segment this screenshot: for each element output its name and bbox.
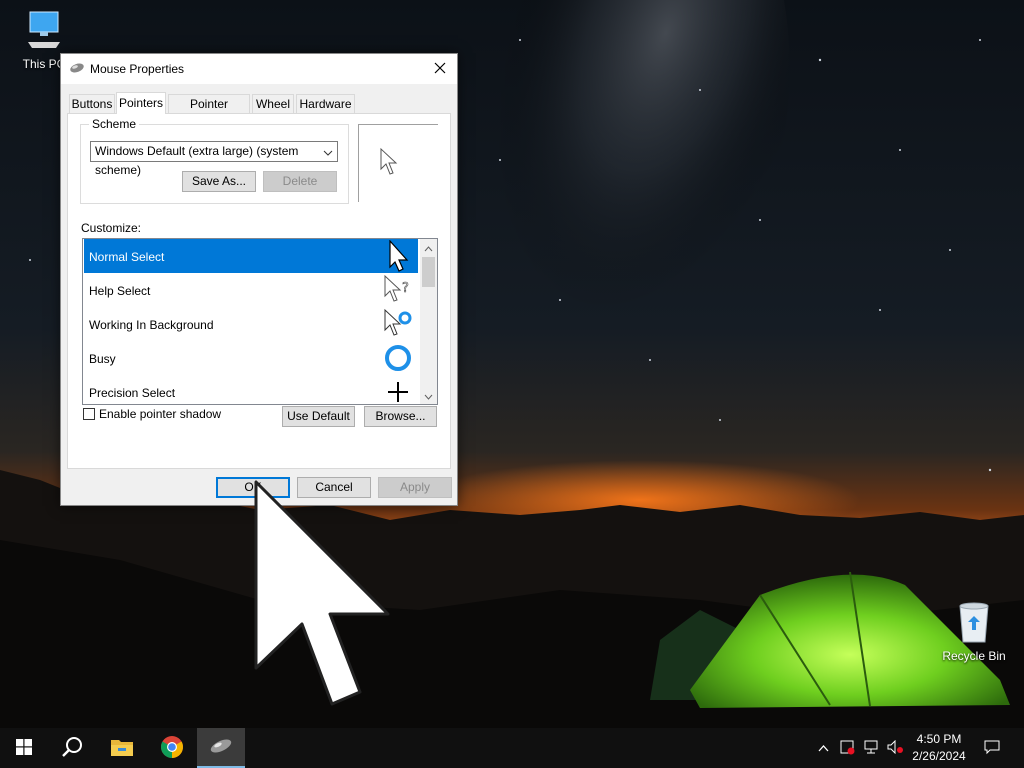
list-item-label: Normal Select <box>89 250 165 264</box>
enable-pointer-shadow-checkbox[interactable] <box>83 408 95 420</box>
pointer-list[interactable]: Normal Select Help Select ? Working In B… <box>82 238 438 405</box>
crosshair-cursor-icon <box>382 376 414 404</box>
windows-logo-icon <box>16 738 32 758</box>
taskbar-file-explorer[interactable] <box>98 728 146 768</box>
mouse-icon <box>209 739 233 756</box>
network-icon <box>863 740 879 757</box>
pointers-tab-panel: Scheme Windows Default (extra large) (sy… <box>67 113 451 469</box>
working-cursor-icon <box>382 308 414 340</box>
customize-label: Customize: <box>81 221 142 235</box>
desktop-icon-recycle-bin[interactable]: Recycle Bin <box>936 600 1012 663</box>
computer-icon <box>26 11 62 55</box>
vertical-scrollbar[interactable] <box>420 239 437 404</box>
tab-pointer-options[interactable]: Pointer Options <box>168 94 250 129</box>
volume-tray-icon[interactable] <box>884 728 906 768</box>
mouse-icon <box>69 62 85 77</box>
chevron-up-icon <box>818 741 829 755</box>
desktop-icon-label: Recycle Bin <box>942 649 1006 663</box>
list-item-label: Help Select <box>89 284 151 298</box>
tab-pointers[interactable]: Pointers <box>116 92 166 114</box>
save-as-button[interactable]: Save As... <box>182 171 256 192</box>
dialog-title: Mouse Properties <box>90 62 185 76</box>
svg-text:?: ? <box>402 281 409 296</box>
browse-button[interactable]: Browse... <box>364 406 437 427</box>
clock-date: 2/26/2024 <box>912 749 966 763</box>
list-item-help-select[interactable]: Help Select ? <box>84 273 418 307</box>
scroll-thumb[interactable] <box>422 257 435 287</box>
shield-icon <box>839 739 855 758</box>
mouse-pointer-icon <box>252 478 392 713</box>
help-cursor-icon: ? <box>382 274 414 306</box>
mouse-properties-dialog: Mouse Properties Buttons Pointers Pointe… <box>60 53 458 506</box>
scroll-up-button[interactable] <box>420 239 437 256</box>
taskbar-chrome[interactable] <box>148 728 196 768</box>
file-explorer-icon <box>110 737 134 760</box>
pointer-preview <box>358 124 438 202</box>
list-item-busy[interactable]: Busy <box>84 341 418 375</box>
arrow-cursor-icon <box>379 147 403 182</box>
tab-wheel[interactable]: Wheel <box>252 94 294 113</box>
list-item-label: Busy <box>89 352 116 366</box>
start-button[interactable] <box>0 728 48 768</box>
use-default-button[interactable]: Use Default <box>282 406 355 427</box>
delete-button[interactable]: Delete <box>263 171 337 192</box>
tab-hardware[interactable]: Hardware <box>296 94 355 113</box>
list-item-working-in-background[interactable]: Working In Background <box>84 307 418 341</box>
security-tray-icon[interactable] <box>836 728 858 768</box>
close-button[interactable] <box>423 54 457 84</box>
chevron-down-icon <box>424 389 433 403</box>
speaker-muted-icon <box>887 739 903 757</box>
scheme-dropdown[interactable]: Windows Default (extra large) (system sc… <box>90 141 338 177</box>
chevron-up-icon <box>424 241 433 255</box>
tab-buttons[interactable]: Buttons <box>69 94 115 113</box>
recycle-bin-icon <box>954 602 994 647</box>
list-item-precision-select[interactable]: Precision Select <box>84 375 418 404</box>
chevron-down-icon <box>323 145 333 164</box>
network-tray-icon[interactable] <box>860 728 882 768</box>
scheme-label: Scheme <box>89 117 140 131</box>
notification-icon <box>984 739 1000 758</box>
search-icon <box>61 736 83 761</box>
title-bar[interactable]: Mouse Properties <box>61 54 457 84</box>
taskbar: 4:50 PM 2/26/2024 <box>0 728 1024 768</box>
scroll-down-button[interactable] <box>420 387 437 404</box>
scheme-group: Scheme Windows Default (extra large) (sy… <box>80 117 349 204</box>
close-icon <box>434 62 446 77</box>
list-item-label: Working In Background <box>89 318 214 332</box>
list-item-label: Precision Select <box>89 386 176 400</box>
system-clock[interactable]: 4:50 PM 2/26/2024 <box>904 731 974 765</box>
action-center-button[interactable] <box>976 728 1008 768</box>
arrow-cursor-icon <box>382 239 414 272</box>
taskbar-mouse-properties[interactable] <box>197 728 245 768</box>
chrome-icon <box>160 735 184 762</box>
clock-time: 4:50 PM <box>916 732 962 746</box>
search-button[interactable] <box>48 728 96 768</box>
enable-pointer-shadow-label[interactable]: Enable pointer shadow <box>99 407 221 421</box>
list-item-normal-select[interactable]: Normal Select <box>84 239 418 273</box>
show-hidden-icons-button[interactable] <box>812 728 834 768</box>
busy-cursor-icon <box>382 342 414 374</box>
